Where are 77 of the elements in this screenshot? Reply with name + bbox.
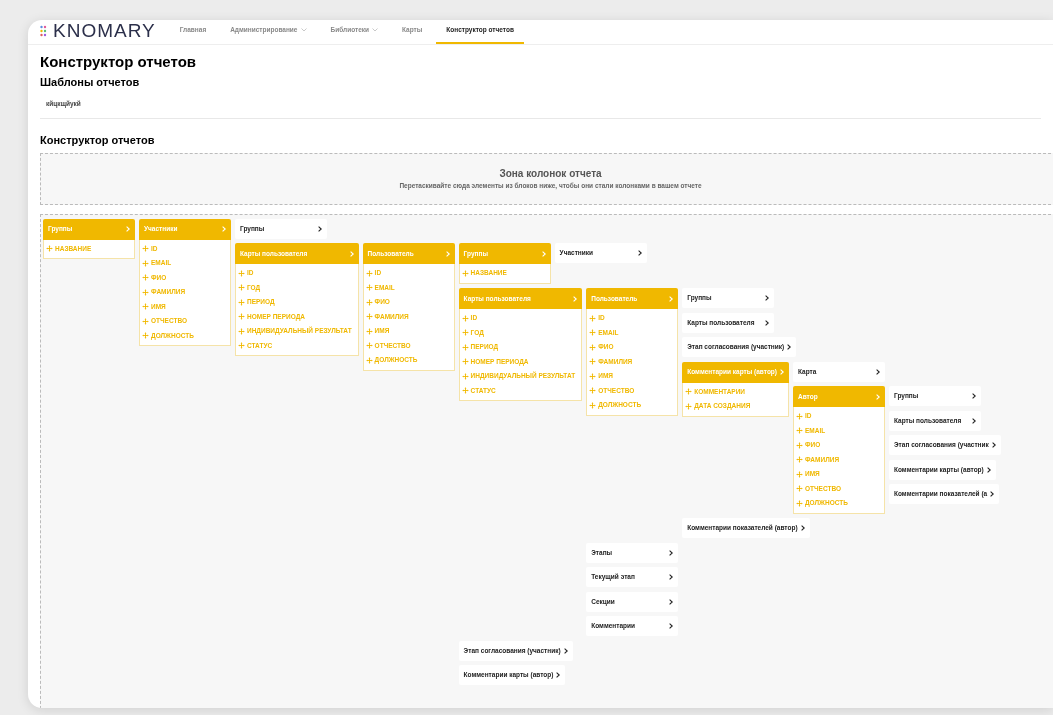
move-icon [796, 441, 803, 449]
move-icon [142, 317, 149, 325]
move-icon [461, 343, 469, 351]
move-icon [238, 313, 245, 321]
chevron-right-icon [349, 250, 354, 257]
chevron-right-icon [990, 491, 995, 497]
move-icon [796, 499, 803, 507]
move-icon [461, 372, 469, 380]
logo-dots-icon [40, 24, 49, 37]
chevron-right-icon [637, 250, 642, 256]
chevron-right-icon [972, 393, 976, 399]
chevron-right-icon [573, 295, 578, 302]
move-icon [46, 245, 53, 253]
section-title: Шаблоны отчетов [40, 74, 141, 90]
move-icon [365, 342, 373, 350]
chevron-right-icon [669, 549, 674, 556]
move-icon [142, 288, 149, 296]
chevron-right-icon [787, 344, 792, 350]
move-icon [461, 387, 469, 395]
move-icon [589, 401, 597, 409]
move-icon [365, 298, 373, 306]
move-icon [685, 388, 693, 396]
move-icon [589, 358, 597, 366]
move-icon [365, 313, 373, 321]
chevron-right-icon [986, 466, 991, 473]
chevron-right-icon [765, 295, 770, 301]
chevron-right-icon [780, 369, 784, 375]
move-icon [589, 343, 597, 351]
move-icon [796, 485, 803, 493]
chevron-right-icon [669, 598, 674, 605]
move-icon [796, 470, 803, 478]
move-icon [238, 284, 245, 292]
drop-zone-title: Зона колонок отчета [499, 167, 602, 182]
chevron-right-icon [669, 623, 674, 629]
chevron-right-icon [765, 319, 770, 326]
chevron-right-icon [876, 368, 880, 375]
chevron-right-icon [669, 295, 674, 302]
move-icon [238, 298, 245, 306]
move-icon [589, 387, 597, 395]
move-icon [142, 259, 149, 267]
chevron-right-icon [541, 250, 546, 257]
chevron-right-icon [972, 417, 976, 424]
move-icon [461, 358, 469, 366]
chevron-right-icon [126, 226, 130, 232]
move-icon [589, 314, 597, 322]
move-icon [796, 412, 803, 420]
move-icon [238, 269, 245, 277]
chevron-right-icon [556, 672, 561, 678]
move-icon [365, 284, 373, 292]
chevron-right-icon [991, 442, 996, 448]
move-icon [685, 402, 693, 410]
move-icon [461, 314, 469, 322]
move-icon [142, 303, 149, 311]
move-icon [142, 274, 149, 282]
move-icon [365, 269, 373, 277]
chevron-right-icon [876, 393, 880, 400]
move-icon [461, 329, 469, 337]
move-icon [238, 342, 245, 350]
page-title: Конструктор отчетов [40, 53, 198, 72]
move-icon [365, 356, 373, 364]
chevron-right-icon [445, 250, 450, 257]
move-icon [461, 269, 469, 277]
move-icon [142, 245, 149, 253]
section-title: Конструктор отчетов [40, 133, 156, 148]
chevron-right-icon [563, 647, 568, 654]
move-icon [796, 427, 803, 435]
chevron-right-icon [222, 226, 226, 232]
move-icon [589, 329, 597, 337]
move-icon [796, 456, 803, 464]
move-icon [238, 327, 245, 335]
logo-text: KNOMARY [53, 21, 156, 40]
move-icon [142, 332, 149, 340]
chevron-right-icon [800, 525, 805, 531]
chevron-right-icon [318, 225, 322, 232]
chevron-right-icon [669, 574, 674, 580]
move-icon [365, 327, 373, 335]
move-icon [589, 372, 597, 380]
